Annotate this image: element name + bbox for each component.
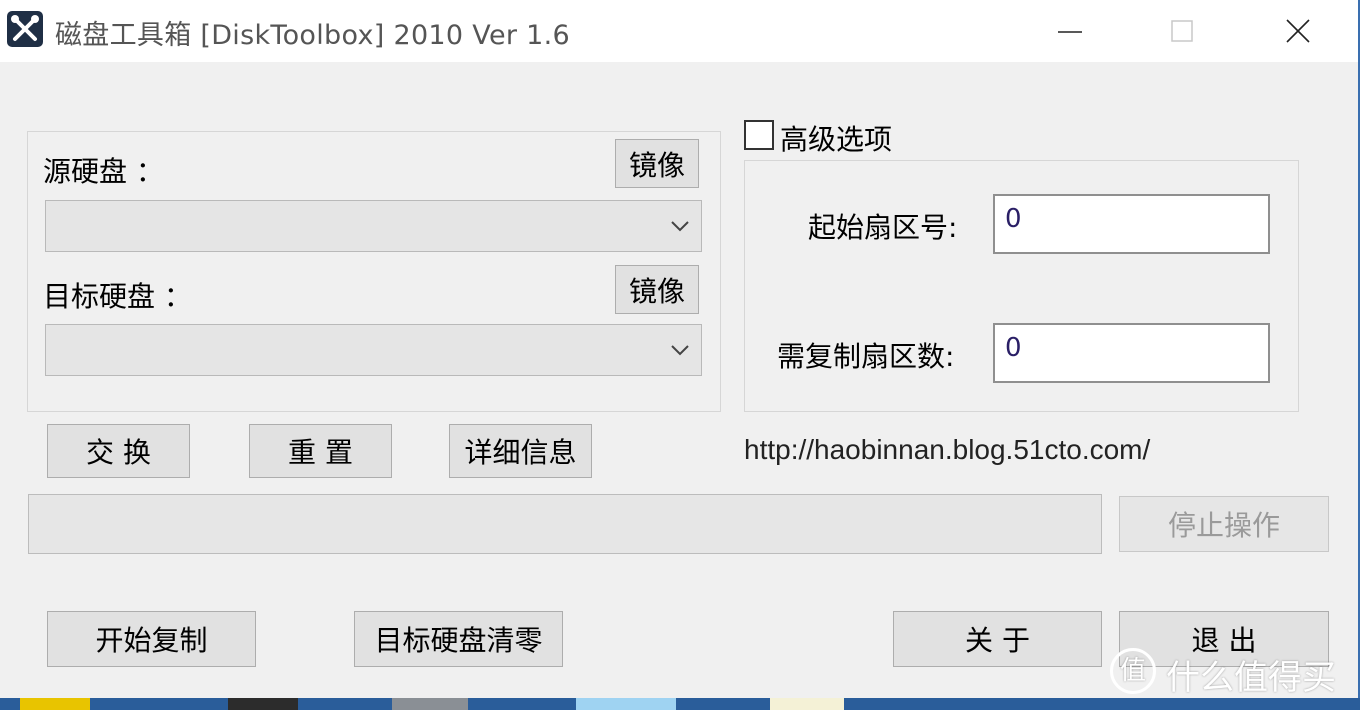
start-copy-button[interactable]: 开始复制 [47, 611, 256, 667]
sector-count-label: 需复制扇区数: [777, 340, 955, 373]
advanced-options-checkbox[interactable] [744, 120, 774, 150]
close-button[interactable] [1280, 14, 1316, 50]
start-sector-input[interactable]: 0 [993, 194, 1270, 254]
taskbar-thumbnail [20, 698, 90, 710]
taskbar-thumbnail [228, 698, 298, 710]
start-sector-label: 起始扇区号: [808, 211, 958, 244]
watermark-text: 什么值得买 [1166, 658, 1336, 698]
progress-bar [28, 494, 1102, 554]
about-button[interactable]: 关 于 [893, 611, 1102, 667]
source-mirror-button[interactable]: 镜像 [615, 139, 699, 188]
chevron-down-icon [671, 345, 689, 356]
website-link[interactable]: http://haobinnan.blog.51cto.com/ [744, 434, 1150, 466]
window-title: 磁盘工具箱 [DiskToolbox] 2010 Ver 1.6 [55, 20, 570, 51]
details-button[interactable]: 详细信息 [449, 424, 592, 478]
watermark: 值 什么值得买 [1110, 648, 1350, 698]
swap-button[interactable]: 交 换 [47, 424, 190, 478]
taskbar-thumbnail [576, 698, 676, 710]
title-bar: 磁盘工具箱 [DiskToolbox] 2010 Ver 1.6 [0, 0, 1360, 62]
minimize-button[interactable] [1052, 14, 1088, 50]
source-disk-label: 源硬盘 ： [43, 155, 164, 188]
target-disk-select[interactable] [45, 324, 702, 376]
crossed-tools-icon[interactable] [7, 11, 43, 47]
watermark-logo-icon: 值 [1110, 648, 1156, 694]
taskbar-thumbnail [770, 698, 844, 710]
reset-button[interactable]: 重 置 [249, 424, 392, 478]
minimize-icon [1058, 31, 1082, 33]
stop-operation-button[interactable]: 停止操作 [1119, 496, 1329, 552]
taskbar-strip [0, 698, 1360, 710]
sector-count-input[interactable]: 0 [993, 323, 1270, 383]
wipe-target-disk-button[interactable]: 目标硬盘清零 [354, 611, 563, 667]
target-mirror-button[interactable]: 镜像 [615, 265, 699, 314]
target-disk-label: 目标硬盘 ： [43, 280, 192, 313]
advanced-options-label: 高级选项 [780, 123, 893, 156]
maximize-icon [1171, 20, 1193, 42]
source-disk-select[interactable] [45, 200, 702, 252]
maximize-button[interactable] [1164, 14, 1200, 50]
taskbar-thumbnail [392, 698, 468, 710]
dialog-body: 源硬盘 ： 镜像 目标硬盘 ： 镜像 交 换 重 置 详细信息 高级选项 起始扇… [0, 62, 1358, 698]
close-icon [1286, 19, 1310, 43]
chevron-down-icon [671, 221, 689, 232]
